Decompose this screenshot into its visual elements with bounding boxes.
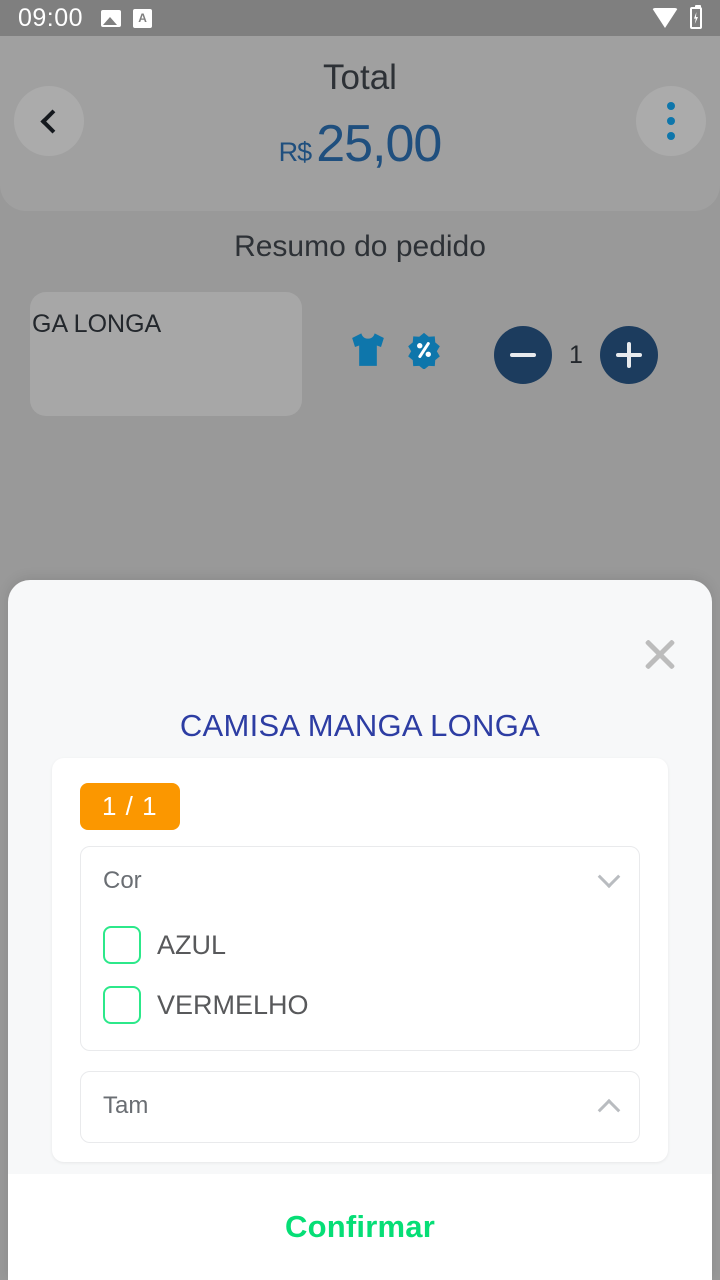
options-card: 1 / 1 Cor AZUL VERMELHO Tam xyxy=(52,758,668,1162)
currency-symbol: R$ xyxy=(278,137,313,167)
selection-count-badge: 1 / 1 xyxy=(80,783,180,830)
quantity-stepper: 1 xyxy=(494,326,658,384)
status-right-icons xyxy=(652,5,702,29)
status-bar: 09:00 A xyxy=(0,0,720,36)
decrease-quantity-button[interactable] xyxy=(494,326,552,384)
option-label-vermelho: VERMELHO xyxy=(157,989,309,1020)
total-amount: R$ 25,00 xyxy=(0,114,720,174)
chevron-down-icon xyxy=(597,865,621,889)
sheet-title: CAMISA MANGA LONGA xyxy=(179,708,541,743)
checkbox-vermelho[interactable] xyxy=(103,986,141,1024)
option-row-vermelho[interactable]: VERMELHO xyxy=(81,975,639,1035)
option-group-tam-header[interactable]: Tam xyxy=(81,1072,639,1140)
order-summary-title: Resumo do pedido xyxy=(234,230,486,263)
close-sheet-button[interactable] xyxy=(638,632,682,676)
app-header: Total R$ 25,00 xyxy=(0,36,720,211)
wifi-icon xyxy=(652,8,678,28)
option-group-tam-label: Tam xyxy=(103,1092,149,1119)
increase-quantity-button[interactable] xyxy=(600,326,658,384)
minus-icon xyxy=(510,353,536,357)
order-item-name: GA LONGA xyxy=(32,310,162,338)
confirm-bar: Confirmar xyxy=(8,1174,712,1280)
status-clock: 09:00 xyxy=(18,3,84,32)
percent-badge-icon xyxy=(405,331,443,369)
total-value: 25,00 xyxy=(316,115,442,173)
option-row-azul[interactable]: AZUL xyxy=(81,915,639,975)
option-label-azul: AZUL xyxy=(157,929,227,960)
quantity-value: 1 xyxy=(569,340,583,369)
option-group-cor-header[interactable]: Cor xyxy=(81,847,639,915)
plus-icon-vertical xyxy=(627,342,631,368)
order-item-card[interactable]: GA LONGA xyxy=(30,292,302,416)
confirm-button[interactable]: Confirmar xyxy=(285,1209,435,1245)
battery-charging-icon xyxy=(690,5,702,29)
app-letter-icon: A xyxy=(133,8,153,28)
status-left-icons: A xyxy=(101,8,153,28)
total-label: Total xyxy=(323,58,397,97)
chevron-up-icon xyxy=(597,1098,621,1122)
order-item-icons xyxy=(345,330,443,370)
image-icon xyxy=(101,9,122,27)
checkbox-azul[interactable] xyxy=(103,926,141,964)
tshirt-icon xyxy=(345,330,391,370)
option-group-cor-label: Cor xyxy=(103,867,142,894)
option-group-cor: Cor AZUL VERMELHO xyxy=(80,846,640,1051)
option-group-tam: Tam xyxy=(80,1071,640,1143)
app-screen: 09:00 A Total R$ 25,00 Resumo do pedido … xyxy=(0,0,720,1280)
